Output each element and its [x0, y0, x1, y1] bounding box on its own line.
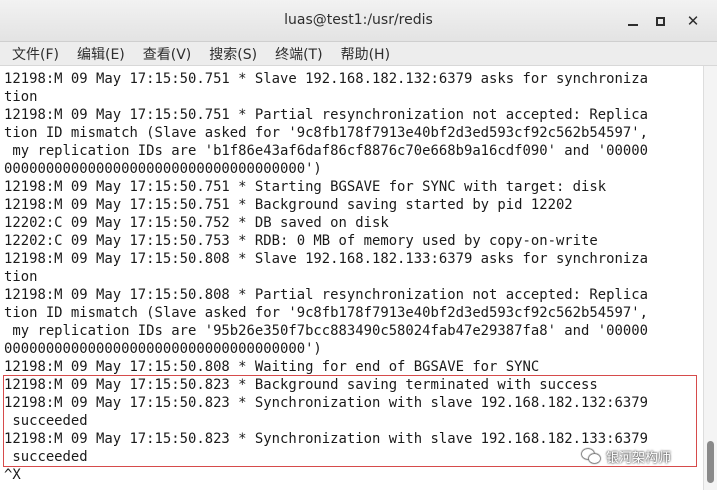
terminal-line: 12198:M 09 May 17:15:50.823 * Synchroniz…	[4, 395, 648, 411]
terminal-prompt-line: ^X	[4, 467, 21, 483]
terminal-line: 12198:M 09 May 17:15:50.751 * Starting B…	[4, 179, 607, 195]
terminal-scrollbar[interactable]	[703, 66, 717, 490]
terminal-line: 12198:M 09 May 17:15:50.808 * Partial re…	[4, 287, 648, 303]
terminal-line: 12202:C 09 May 17:15:50.752 * DB saved o…	[4, 215, 389, 231]
terminal-line: my replication IDs are '95b26e350f7bcc88…	[4, 323, 648, 339]
terminal-line: 12198:M 09 May 17:15:50.751 * Background…	[4, 197, 573, 213]
close-button[interactable]: ✕	[684, 12, 702, 30]
menu-view[interactable]: 查看(V)	[137, 44, 198, 64]
terminal-line: 000000000000000000000000000000000000')	[4, 161, 322, 177]
menu-file[interactable]: 文件(F)	[6, 44, 65, 64]
terminal-line: tion ID mismatch (Slave asked for '9c8fb…	[4, 305, 648, 321]
watermark-text: 银河架构师	[606, 451, 672, 466]
scrollbar-thumb[interactable]	[707, 441, 714, 483]
terminal-line: 12198:M 09 May 17:15:50.808 * Waiting fo…	[4, 359, 540, 375]
terminal-line: 12198:M 09 May 17:15:50.823 * Synchroniz…	[4, 431, 648, 447]
maximize-button[interactable]	[651, 12, 669, 30]
terminal-line: 12198:M 09 May 17:15:50.751 * Partial re…	[4, 107, 648, 123]
close-icon: ✕	[686, 12, 700, 30]
wechat-icon	[582, 448, 602, 465]
minimize-icon	[628, 24, 638, 26]
terminal-line: my replication IDs are 'b1f86e43af6daf86…	[4, 143, 648, 159]
menu-terminal[interactable]: 终端(T)	[269, 44, 328, 64]
terminal-line: succeeded	[4, 413, 88, 429]
terminal-line: 12198:M 09 May 17:15:50.808 * Slave 192.…	[4, 251, 648, 267]
terminal-line: tion	[4, 269, 38, 285]
terminal-line: 12198:M 09 May 17:15:50.751 * Slave 192.…	[4, 71, 648, 87]
terminal-line: tion	[4, 89, 38, 105]
terminal-line: succeeded	[4, 449, 88, 465]
window-title: luas@test1:/usr/redis	[284, 12, 433, 28]
terminal-output[interactable]: 12198:M 09 May 17:15:50.751 * Slave 192.…	[0, 66, 703, 490]
menu-edit[interactable]: 编辑(E)	[71, 44, 131, 64]
menu-search[interactable]: 搜索(S)	[203, 44, 263, 64]
terminal-line: tion ID mismatch (Slave asked for '9c8fb…	[4, 125, 648, 141]
maximize-icon	[655, 16, 665, 26]
menu-bar: 文件(F) 编辑(E) 查看(V) 搜索(S) 终端(T) 帮助(H)	[0, 42, 717, 66]
minimize-button[interactable]	[624, 12, 642, 30]
terminal-line: 000000000000000000000000000000000000')	[4, 341, 322, 357]
terminal-text: 12198:M 09 May 17:15:50.751 * Slave 192.…	[4, 70, 648, 484]
menu-help[interactable]: 帮助(H)	[335, 44, 396, 64]
terminal-line: 12202:C 09 May 17:15:50.753 * RDB: 0 MB …	[4, 233, 598, 249]
watermark: 银河架构师	[582, 447, 671, 466]
title-bar: luas@test1:/usr/redis ✕	[0, 0, 717, 42]
terminal-line: 12198:M 09 May 17:15:50.823 * Background…	[4, 377, 598, 393]
